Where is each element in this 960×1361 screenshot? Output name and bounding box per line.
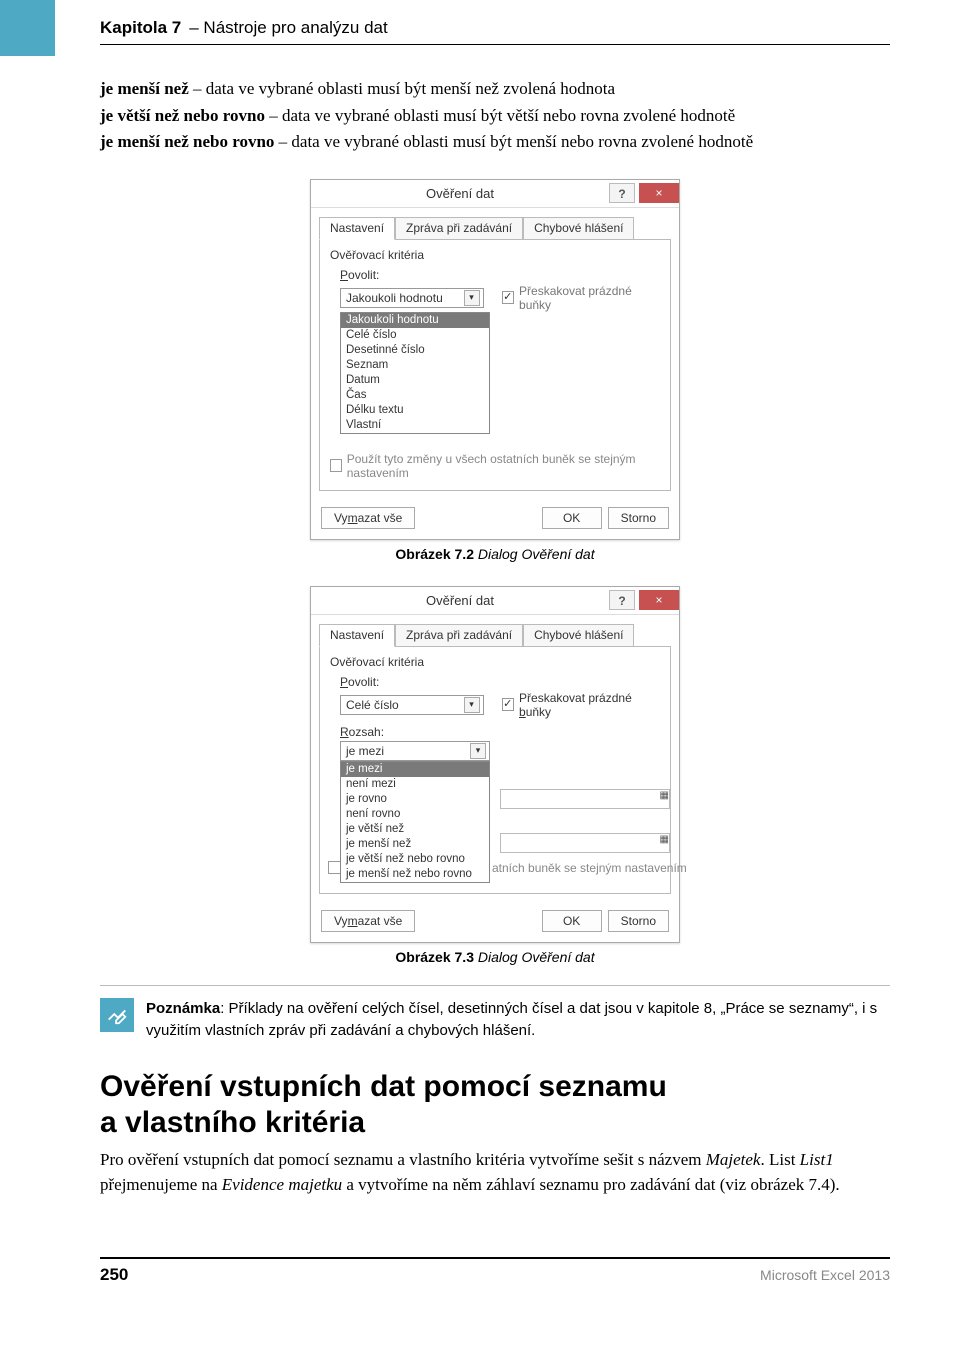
clear-all-button[interactable]: Vymazat vše <box>321 910 415 932</box>
range-options-list[interactable]: je mezi není mezi je rovno není rovno je… <box>340 761 490 883</box>
page-accent <box>0 0 55 56</box>
allow-select[interactable]: Celé číslo ▾ <box>340 695 484 715</box>
list-item[interactable]: je větší než nebo rovno <box>341 852 489 867</box>
page-footer: 250 Microsoft Excel 2013 <box>100 1257 890 1285</box>
skip-blanks-label: Přeskakovat prázdné buňky <box>519 691 660 719</box>
allow-value: Jakoukoli hodnotu <box>346 291 443 305</box>
list-item[interactable]: Jakoukoli hodnotu <box>341 313 489 328</box>
footer-source: Microsoft Excel 2013 <box>760 1267 890 1283</box>
tab-error-alert[interactable]: Chybové hlášení <box>523 217 634 240</box>
body-paragraph: Pro ověření vstupních dat pomocí seznamu… <box>100 1148 890 1197</box>
tab-panel: Ověřovací kritéria Povolit: Jakoukoli ho… <box>319 239 671 491</box>
ok-button[interactable]: OK <box>542 910 602 932</box>
list-item[interactable]: Celé číslo <box>341 328 489 343</box>
def-desc: – data ve vybrané oblasti musí být menší… <box>274 132 753 151</box>
clear-all-button[interactable]: Vymazat vše <box>321 507 415 529</box>
range-picker-icon[interactable]: ▦ <box>660 790 669 808</box>
dialog-titlebar: Ověření dat ? × <box>311 587 679 615</box>
chevron-down-icon: ▾ <box>464 697 480 713</box>
list-item[interactable]: je rovno <box>341 792 489 807</box>
skip-blanks-checkbox[interactable]: ✓ <box>502 291 514 304</box>
def-item: je větší než nebo rovno – data ve vybran… <box>100 104 890 129</box>
def-term: je menší než nebo rovno <box>100 132 274 151</box>
chevron-down-icon: ▾ <box>464 290 480 306</box>
cancel-button[interactable]: Storno <box>608 507 669 529</box>
def-desc: – data ve vybrané oblasti musí být větší… <box>265 106 735 125</box>
skip-blanks-checkbox[interactable]: ✓ <box>502 698 514 711</box>
apply-all-label: Použít tyto změny u všech ostatních buně… <box>347 452 660 480</box>
criteria-group-label: Ověřovací kritéria <box>330 655 660 669</box>
tab-panel: Ověřovací kritéria Povolit: Celé číslo ▾… <box>319 646 671 894</box>
list-item[interactable]: je mezi <box>341 762 489 777</box>
page-number: 250 <box>100 1265 128 1285</box>
range-select[interactable]: je mezi ▾ <box>340 741 490 761</box>
close-button[interactable]: × <box>639 590 679 610</box>
allow-value: Celé číslo <box>346 698 399 712</box>
list-item[interactable]: není rovno <box>341 807 489 822</box>
list-item[interactable]: je větší než <box>341 822 489 837</box>
section-heading: Ověření vstupních dat pomocí seznamua vl… <box>100 1069 890 1140</box>
chevron-down-icon: ▾ <box>470 743 486 759</box>
tab-error-alert[interactable]: Chybové hlášení <box>523 624 634 647</box>
list-item[interactable]: Seznam <box>341 358 489 373</box>
note-box: Poznámka: Příklady na ověření celých čís… <box>100 985 890 1042</box>
tab-settings[interactable]: Nastavení <box>319 624 395 647</box>
allow-label: Povolit: <box>340 675 660 689</box>
list-item[interactable]: Datum <box>341 373 489 388</box>
chapter-title: – Nástroje pro analýzu dat <box>189 18 387 38</box>
list-item[interactable]: Vlastní <box>341 418 489 433</box>
definition-list: je menší než – data ve vybrané oblasti m… <box>100 77 890 155</box>
note-text: Poznámka: Příklady na ověření celých čís… <box>146 998 890 1042</box>
apply-all-label-partial: atních buněk se stejným nastavením <box>492 861 687 875</box>
cancel-button[interactable]: Storno <box>608 910 669 932</box>
allow-select[interactable]: Jakoukoli hodnotu ▾ <box>340 288 484 308</box>
help-button[interactable]: ? <box>609 590 635 610</box>
range-value: je mezi <box>346 744 384 758</box>
allow-label: Povolit: <box>340 268 660 282</box>
def-term: je větší než nebo rovno <box>100 106 265 125</box>
data-validation-dialog-1: Ověření dat ? × Nastavení Zpráva při zad… <box>310 179 680 540</box>
criteria-group-label: Ověřovací kritéria <box>330 248 660 262</box>
range-picker-icon[interactable]: ▦ <box>660 834 669 852</box>
dialog-title: Ověření dat <box>311 593 609 608</box>
list-item[interactable]: je menší než <box>341 837 489 852</box>
def-term: je menší než <box>100 79 189 98</box>
figure-caption-1: Obrázek 7.2 Dialog Ověření dat <box>100 546 890 562</box>
list-item[interactable]: Čas <box>341 388 489 403</box>
allow-options-list[interactable]: Jakoukoli hodnotu Celé číslo Desetinné č… <box>340 312 490 434</box>
list-item[interactable]: není mezi <box>341 777 489 792</box>
close-button[interactable]: × <box>639 183 679 203</box>
note-icon <box>100 998 134 1032</box>
ok-button[interactable]: OK <box>542 507 602 529</box>
data-validation-dialog-2: Ověření dat ? × Nastavení Zpráva při zad… <box>310 586 680 943</box>
def-item: je menší než – data ve vybrané oblasti m… <box>100 77 890 102</box>
dialog-title: Ověření dat <box>311 186 609 201</box>
list-item[interactable]: Délku textu <box>341 403 489 418</box>
list-item[interactable]: Desetinné číslo <box>341 343 489 358</box>
apply-all-checkbox[interactable] <box>330 459 342 472</box>
tab-input-message[interactable]: Zpráva při zadávání <box>395 217 523 240</box>
list-item[interactable]: je menší než nebo rovno <box>341 867 489 882</box>
tab-settings[interactable]: Nastavení <box>319 217 395 240</box>
tab-input-message[interactable]: Zpráva při zadávání <box>395 624 523 647</box>
min-input[interactable]: ▦ <box>500 789 670 809</box>
skip-blanks-label: Přeskakovat prázdné buňky <box>519 284 660 312</box>
range-label: Rozsah: <box>340 725 660 739</box>
chapter-number: Kapitola 7 <box>100 18 181 38</box>
max-input[interactable]: ▦ <box>500 833 670 853</box>
help-button[interactable]: ? <box>609 183 635 203</box>
figure-caption-2: Obrázek 7.3 Dialog Ověření dat <box>100 949 890 965</box>
def-item: je menší než nebo rovno – data ve vybran… <box>100 130 890 155</box>
def-desc: – data ve vybrané oblasti musí být menší… <box>189 79 615 98</box>
page-header: Kapitola 7 – Nástroje pro analýzu dat <box>100 0 890 45</box>
dialog-titlebar: Ověření dat ? × <box>311 180 679 208</box>
